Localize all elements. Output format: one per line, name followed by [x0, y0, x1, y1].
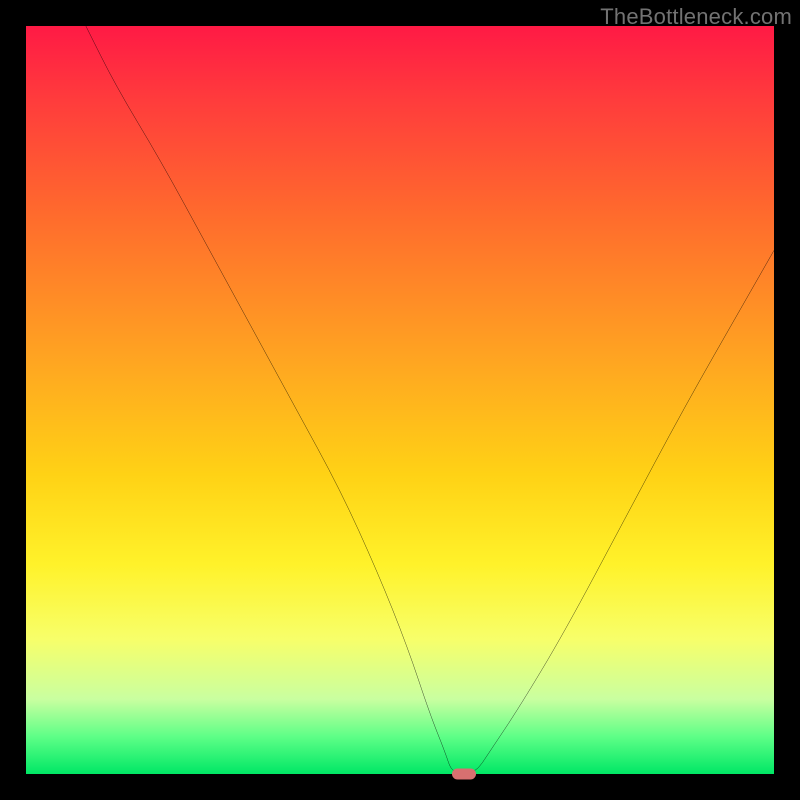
chart-frame: TheBottleneck.com	[0, 0, 800, 800]
plot-area	[26, 26, 774, 774]
optimal-point-marker	[452, 769, 476, 780]
bottleneck-curve	[26, 26, 774, 774]
